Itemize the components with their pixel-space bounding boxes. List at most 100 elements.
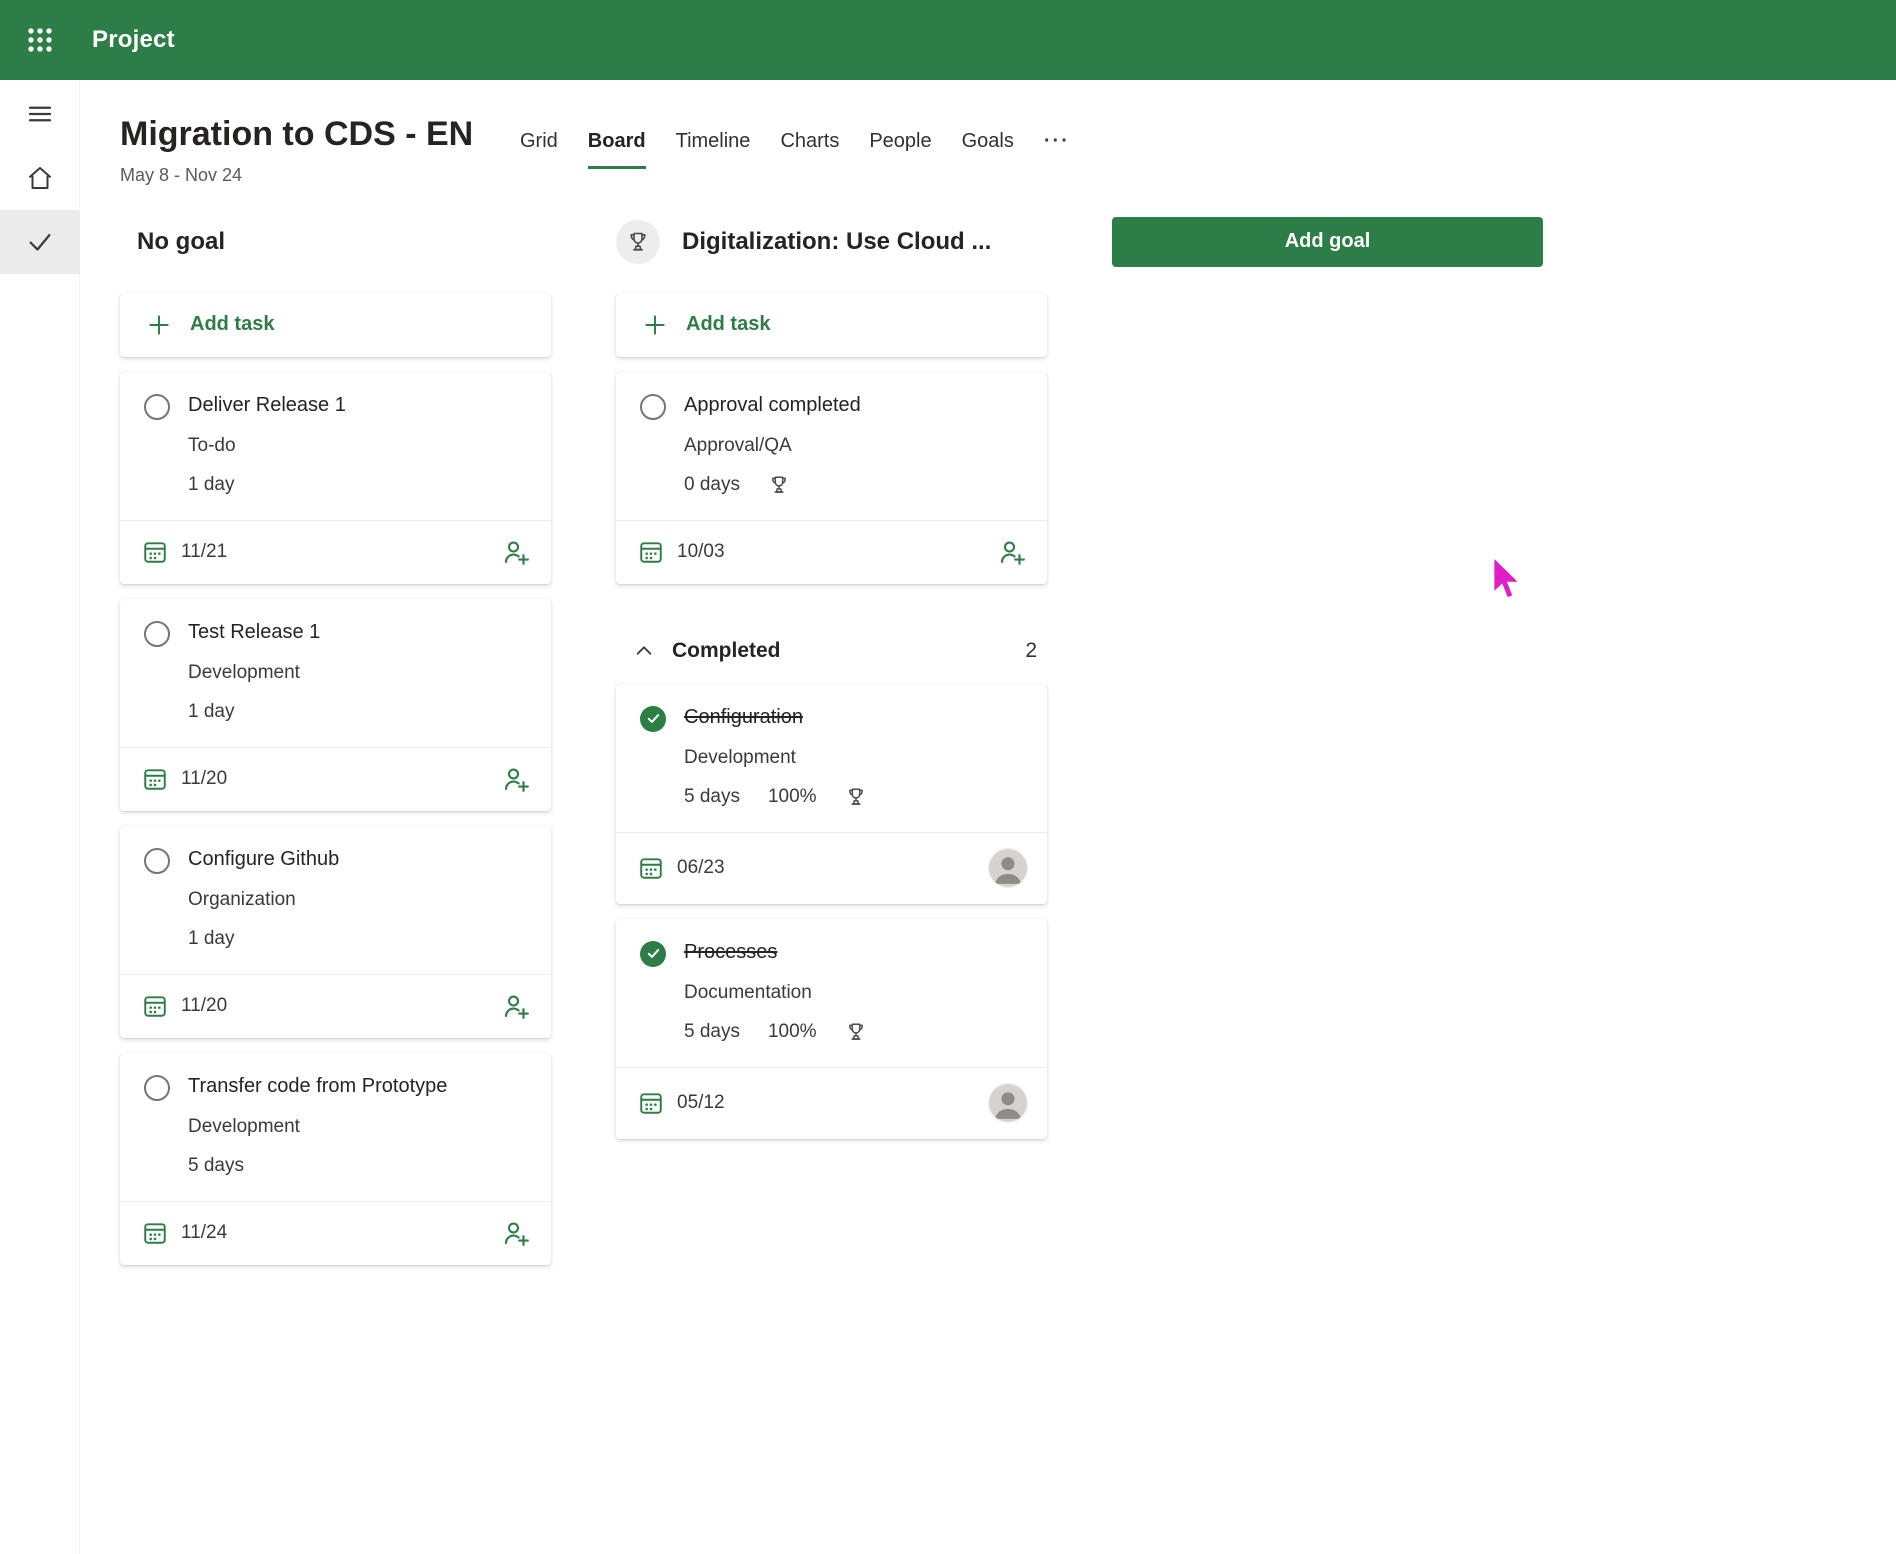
assign-person-button[interactable] — [501, 1218, 531, 1248]
assignee-avatar[interactable] — [989, 1084, 1027, 1122]
calendar-icon — [142, 993, 168, 1019]
chevron-up-icon — [633, 640, 655, 662]
column-title-goal: Digitalization: Use Cloud ... — [682, 228, 991, 256]
rail-item-tasks[interactable] — [0, 210, 80, 274]
add-task-label: Add task — [686, 313, 770, 336]
home-icon — [25, 163, 55, 193]
task-percent-complete: 100% — [768, 1021, 817, 1043]
assign-person-button[interactable] — [501, 537, 531, 567]
calendar-icon — [142, 1220, 168, 1246]
person-add-icon — [501, 1218, 531, 1248]
trophy-icon — [626, 230, 650, 254]
task-complete-radio[interactable] — [144, 848, 170, 874]
assign-person-button[interactable] — [501, 764, 531, 794]
trophy-icon — [845, 786, 867, 808]
task-duration: 1 day — [188, 928, 234, 950]
task-duration: 1 day — [188, 701, 234, 723]
board-column-add-goal: Add goal — [1112, 217, 1543, 1265]
task-title: Approval completed — [684, 392, 861, 418]
calendar-icon — [142, 539, 168, 565]
person-avatar-image — [989, 849, 1027, 887]
board-column-no-goal: No goal Add task — [120, 217, 551, 1265]
plus-icon — [146, 312, 172, 338]
task-complete-radio[interactable] — [640, 394, 666, 420]
calendar-icon — [638, 1090, 664, 1116]
left-nav-rail — [0, 80, 80, 1554]
task-complete-radio[interactable] — [144, 1075, 170, 1101]
task-due-date: 11/20 — [181, 995, 227, 1017]
task-bucket: Development — [684, 747, 867, 769]
add-goal-button[interactable]: Add goal — [1112, 217, 1543, 267]
task-card[interactable]: Deliver Release 1 To-do 1 day — [120, 372, 551, 584]
view-tabs: Grid Board Timeline Charts People Goals … — [520, 130, 1070, 169]
task-completed-check[interactable] — [640, 941, 666, 967]
task-title: Processes — [684, 939, 867, 965]
app-launcher-waffle-icon[interactable] — [16, 16, 64, 64]
task-bucket: Organization — [188, 889, 339, 911]
task-title: Configuration — [684, 704, 867, 730]
more-tabs-button[interactable]: ··· — [1044, 130, 1070, 169]
task-title: Test Release 1 — [188, 619, 320, 645]
tab-people[interactable]: People — [869, 130, 931, 169]
column-title-no-goal: No goal — [137, 228, 225, 256]
calendar-icon — [638, 855, 664, 881]
goal-trophy-badge — [616, 220, 660, 264]
add-task-button[interactable]: Add task — [616, 293, 1047, 357]
person-add-icon — [501, 537, 531, 567]
task-bucket: To-do — [188, 435, 346, 457]
tab-board[interactable]: Board — [588, 130, 646, 169]
check-icon — [646, 711, 661, 726]
add-task-button[interactable]: Add task — [120, 293, 551, 357]
board-column-goal: Digitalization: Use Cloud ... Add task — [616, 217, 1047, 1265]
assign-person-button[interactable] — [997, 537, 1027, 567]
task-duration: 5 days — [684, 786, 740, 808]
completed-count: 2 — [1025, 639, 1037, 663]
task-bucket: Development — [188, 1116, 447, 1138]
task-card[interactable]: Configure Github Organization 1 day — [120, 826, 551, 1038]
app-header: Project — [0, 0, 1896, 80]
task-card-completed[interactable]: Configuration Development 5 days 100% — [616, 684, 1047, 904]
task-duration: 5 days — [188, 1155, 244, 1177]
task-card[interactable]: Approval completed Approval/QA 0 days — [616, 372, 1047, 584]
completed-label: Completed — [672, 639, 781, 663]
check-icon — [646, 946, 661, 961]
task-due-date: 05/12 — [677, 1092, 725, 1114]
hamburger-icon — [25, 99, 55, 129]
hamburger-menu-button[interactable] — [0, 82, 80, 146]
trophy-icon — [845, 1021, 867, 1043]
project-date-range: May 8 - Nov 24 — [120, 165, 520, 186]
tab-charts[interactable]: Charts — [780, 130, 839, 169]
assignee-avatar[interactable] — [989, 849, 1027, 887]
task-card-completed[interactable]: Processes Documentation 5 days 100% — [616, 919, 1047, 1139]
task-percent-complete: 100% — [768, 786, 817, 808]
assign-person-button[interactable] — [501, 991, 531, 1021]
task-due-date: 06/23 — [677, 857, 725, 879]
task-card[interactable]: Test Release 1 Development 1 day — [120, 599, 551, 811]
tab-grid[interactable]: Grid — [520, 130, 558, 169]
tab-timeline[interactable]: Timeline — [676, 130, 751, 169]
tab-goals[interactable]: Goals — [962, 130, 1014, 169]
task-complete-radio[interactable] — [144, 621, 170, 647]
task-duration: 0 days — [684, 474, 740, 496]
task-title: Configure Github — [188, 846, 339, 872]
task-title: Transfer code from Prototype — [188, 1073, 447, 1099]
task-due-date: 11/24 — [181, 1222, 227, 1244]
calendar-icon — [638, 539, 664, 565]
app-title: Project — [92, 26, 175, 54]
person-avatar-image — [989, 1084, 1027, 1122]
checkmark-icon — [25, 227, 55, 257]
task-completed-check[interactable] — [640, 706, 666, 732]
task-duration: 1 day — [188, 474, 234, 496]
task-complete-radio[interactable] — [144, 394, 170, 420]
task-due-date: 10/03 — [677, 541, 725, 563]
main-content: Migration to CDS - EN May 8 - Nov 24 Gri… — [80, 80, 1896, 1554]
person-add-icon — [501, 764, 531, 794]
task-bucket: Documentation — [684, 982, 867, 1004]
rail-item-home[interactable] — [0, 146, 80, 210]
calendar-icon — [142, 766, 168, 792]
completed-section-toggle[interactable]: Completed 2 — [616, 628, 1047, 674]
person-add-icon — [501, 991, 531, 1021]
plus-icon — [642, 312, 668, 338]
task-card[interactable]: Transfer code from Prototype Development… — [120, 1053, 551, 1265]
board-view: No goal Add task — [120, 217, 1896, 1265]
